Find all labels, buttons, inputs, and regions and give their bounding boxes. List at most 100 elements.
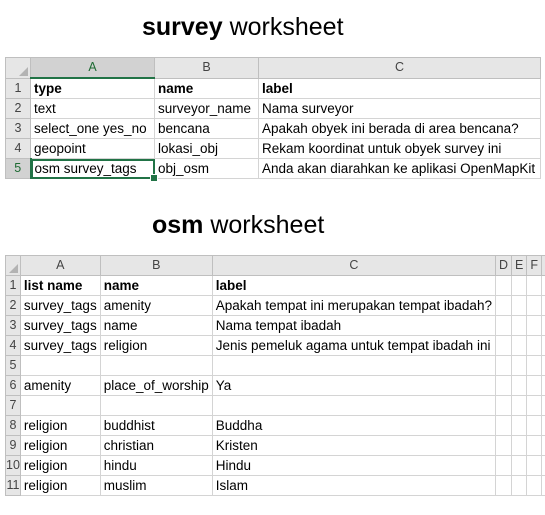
select-all-corner[interactable] bbox=[5, 57, 31, 79]
cell-d3[interactable] bbox=[494, 315, 513, 336]
cell-a8[interactable]: religion bbox=[19, 415, 101, 436]
column-header-c[interactable]: C bbox=[258, 57, 541, 79]
cell-e1[interactable] bbox=[510, 275, 528, 296]
row-header-2[interactable]: 2 bbox=[5, 295, 21, 316]
cell-c8[interactable]: Buddha bbox=[211, 415, 496, 436]
column-header-c[interactable]: C bbox=[211, 255, 496, 276]
cell-c4[interactable]: Jenis pemeluk agama untuk tempat ibadah … bbox=[211, 335, 496, 356]
cell-a2[interactable]: text bbox=[30, 98, 155, 119]
row-header-4[interactable]: 4 bbox=[5, 138, 31, 159]
cell-a5[interactable]: osm survey_tags bbox=[30, 158, 158, 182]
cell-b4[interactable]: religion bbox=[99, 335, 213, 356]
cell-c2[interactable]: Nama surveyor bbox=[258, 98, 541, 119]
cell-d5[interactable] bbox=[494, 355, 513, 376]
cell-a11[interactable]: religion bbox=[19, 475, 101, 496]
cell-f8[interactable] bbox=[526, 415, 542, 436]
cell-c10[interactable]: Hindu bbox=[211, 455, 496, 476]
cell-e6[interactable] bbox=[510, 375, 528, 396]
cell-f4[interactable] bbox=[526, 335, 542, 356]
cell-c11[interactable]: Islam bbox=[211, 475, 496, 496]
row-header-5[interactable]: 5 bbox=[5, 355, 21, 376]
row-header-4[interactable]: 4 bbox=[5, 335, 21, 356]
cell-b8[interactable]: buddhist bbox=[99, 415, 213, 436]
cell-c5[interactable] bbox=[211, 355, 496, 376]
cell-c1[interactable]: label bbox=[258, 77, 541, 99]
cell-f10[interactable] bbox=[526, 455, 542, 476]
cell-a3[interactable]: survey_tags bbox=[19, 315, 101, 336]
cell-d1[interactable] bbox=[494, 275, 513, 296]
cell-g10[interactable] bbox=[540, 455, 545, 476]
column-header-g[interactable]: G bbox=[540, 255, 545, 276]
cell-a4[interactable]: survey_tags bbox=[19, 335, 101, 356]
cell-b1[interactable]: name bbox=[154, 77, 259, 99]
cell-f5[interactable] bbox=[526, 355, 542, 376]
cell-g9[interactable] bbox=[540, 435, 545, 456]
cell-d9[interactable] bbox=[494, 435, 513, 456]
row-header-1[interactable]: 1 bbox=[5, 77, 31, 99]
cell-a2[interactable]: survey_tags bbox=[19, 295, 101, 316]
cell-a3[interactable]: select_one yes_no bbox=[30, 118, 155, 139]
row-header-8[interactable]: 8 bbox=[5, 415, 21, 436]
cell-e3[interactable] bbox=[510, 315, 528, 336]
cell-g5[interactable] bbox=[540, 355, 545, 376]
cell-d6[interactable] bbox=[494, 375, 513, 396]
column-header-a[interactable]: A bbox=[30, 57, 155, 79]
column-header-b[interactable]: B bbox=[99, 255, 213, 276]
cell-b5[interactable] bbox=[99, 355, 213, 376]
row-header-6[interactable]: 6 bbox=[5, 375, 21, 396]
column-header-d[interactable]: D bbox=[494, 255, 513, 276]
cell-e7[interactable] bbox=[510, 395, 528, 416]
cell-b1[interactable]: name bbox=[99, 275, 213, 296]
cell-f1[interactable] bbox=[526, 275, 542, 296]
cell-e9[interactable] bbox=[510, 435, 528, 456]
cell-c5[interactable]: Anda akan diarahkan ke aplikasi OpenMapK… bbox=[258, 158, 541, 179]
cell-a10[interactable]: religion bbox=[19, 455, 101, 476]
cell-c3[interactable]: Nama tempat ibadah bbox=[211, 315, 496, 336]
cell-f11[interactable] bbox=[526, 475, 542, 496]
cell-g3[interactable] bbox=[540, 315, 545, 336]
cell-a1[interactable]: list name bbox=[19, 275, 101, 296]
select-all-corner[interactable] bbox=[5, 255, 21, 276]
cell-b3[interactable]: bencana bbox=[154, 118, 259, 139]
cell-g6[interactable] bbox=[540, 375, 545, 396]
cell-b3[interactable]: name bbox=[99, 315, 213, 336]
cell-e8[interactable] bbox=[510, 415, 528, 436]
cell-d4[interactable] bbox=[494, 335, 513, 356]
cell-b5[interactable]: obj_osm bbox=[154, 158, 259, 179]
cell-b7[interactable] bbox=[99, 395, 213, 416]
column-header-e[interactable]: E bbox=[510, 255, 528, 276]
cell-d7[interactable] bbox=[494, 395, 513, 416]
cell-b4[interactable]: lokasi_obj bbox=[154, 138, 259, 159]
cell-c7[interactable] bbox=[211, 395, 496, 416]
cell-c6[interactable]: Ya bbox=[211, 375, 496, 396]
row-header-3[interactable]: 3 bbox=[5, 118, 31, 139]
cell-a7[interactable] bbox=[19, 395, 101, 416]
cell-c3[interactable]: Apakah obyek ini berada di area bencana? bbox=[258, 118, 541, 139]
row-header-9[interactable]: 9 bbox=[5, 435, 21, 456]
cell-f2[interactable] bbox=[526, 295, 542, 316]
row-header-1[interactable]: 1 bbox=[5, 275, 21, 296]
cell-b6[interactable]: place_of_worship bbox=[99, 375, 213, 396]
cell-a4[interactable]: geopoint bbox=[30, 138, 155, 159]
cell-g4[interactable] bbox=[540, 335, 545, 356]
cell-g2[interactable] bbox=[540, 295, 545, 316]
cell-d10[interactable] bbox=[494, 455, 513, 476]
cell-f3[interactable] bbox=[526, 315, 542, 336]
column-header-f[interactable]: F bbox=[526, 255, 542, 276]
cell-c1[interactable]: label bbox=[211, 275, 496, 296]
cell-e10[interactable] bbox=[510, 455, 528, 476]
cell-e4[interactable] bbox=[510, 335, 528, 356]
cell-a5[interactable] bbox=[19, 355, 101, 376]
row-header-11[interactable]: 11 bbox=[5, 475, 21, 496]
cell-g8[interactable] bbox=[540, 415, 545, 436]
row-header-5[interactable]: 5 bbox=[5, 158, 32, 179]
column-header-a[interactable]: A bbox=[19, 255, 101, 276]
cell-f7[interactable] bbox=[526, 395, 542, 416]
cell-a9[interactable]: religion bbox=[19, 435, 101, 456]
row-header-3[interactable]: 3 bbox=[5, 315, 21, 336]
cell-g11[interactable] bbox=[540, 475, 545, 496]
cell-c2[interactable]: Apakah tempat ini merupakan tempat ibada… bbox=[211, 295, 496, 316]
cell-e11[interactable] bbox=[510, 475, 528, 496]
cell-d11[interactable] bbox=[494, 475, 513, 496]
cell-a1[interactable]: type bbox=[30, 77, 155, 99]
